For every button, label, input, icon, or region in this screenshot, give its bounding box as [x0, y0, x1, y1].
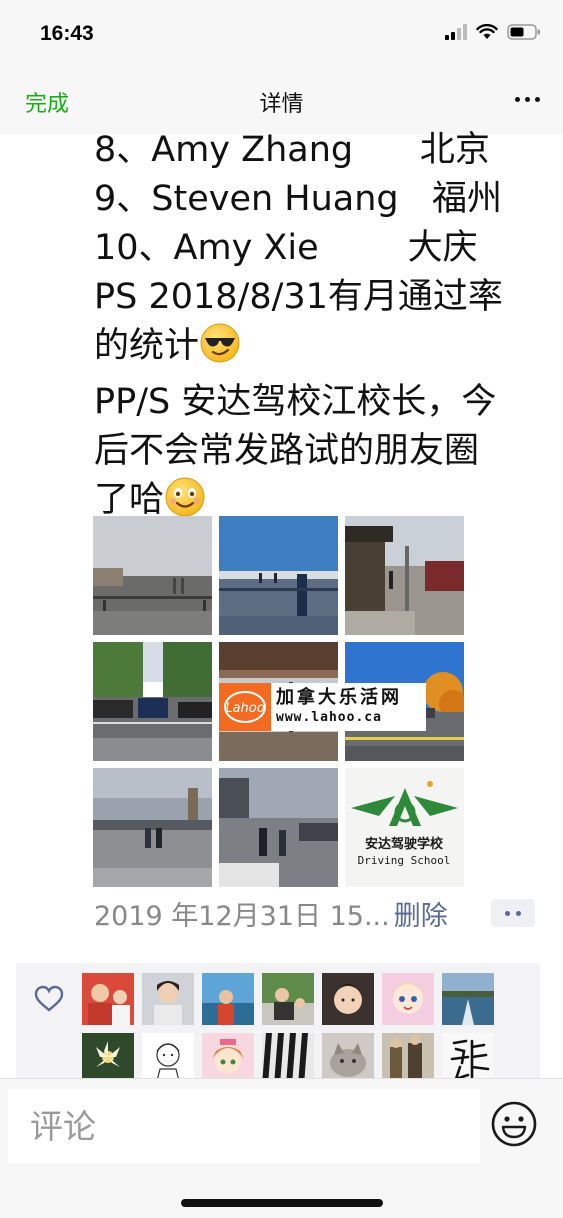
post-line: 了哈: [94, 480, 165, 520]
post-line: 的统计: [94, 326, 200, 366]
watermark-text: 加拿大乐活网 www.lahoo.ca: [271, 687, 402, 727]
more-dots-icon[interactable]: [507, 82, 547, 116]
post-line: 9、Steven Huang 福州: [94, 179, 503, 219]
watermark-url: www.lahoo.ca: [276, 710, 382, 725]
post-line: 8、Amy Zhang 北京: [94, 130, 490, 170]
home-indicator: [181, 1199, 383, 1207]
photo-storefront-sidewalk[interactable]: [345, 516, 464, 635]
post-timestamp: 2019 年12月31日 15...: [94, 900, 390, 932]
heart-icon: [34, 985, 64, 1017]
lahoo-logo-icon: Lahoo: [219, 683, 271, 731]
logo-text-en: Driving School: [358, 854, 451, 867]
status-time: 16:43: [40, 22, 94, 45]
sunglasses-emoji-icon: [199, 322, 241, 378]
avatar[interactable]: [142, 973, 194, 1025]
watermark-cn: 加拿大乐活网: [276, 687, 402, 708]
emoji-face-icon[interactable]: [490, 1100, 538, 1152]
page-title: 详情: [259, 92, 304, 117]
status-icons: [445, 23, 541, 44]
photo-parking-lot-blue-sky[interactable]: [219, 516, 338, 635]
avatar[interactable]: [382, 973, 434, 1025]
logo-text-cn: 安达驾驶学校: [365, 836, 444, 852]
photo-car-in-parking-space[interactable]: [93, 642, 212, 761]
photo-parking-lot-cloudy[interactable]: [93, 516, 212, 635]
nav-bar: 完成 详情: [0, 68, 563, 134]
post-line: 后不会常发路试的朋友圈: [94, 431, 480, 471]
avatar[interactable]: [82, 973, 134, 1025]
comment-input[interactable]: [8, 1089, 480, 1163]
photo-driving-school-logo[interactable]: 安达驾驶学校 Driving School: [345, 768, 464, 887]
photo-people-walking-lot[interactable]: [93, 768, 212, 887]
post-text: 8、Amy Zhang 北京 9、Steven Huang 福州 10、Amy …: [94, 126, 554, 532]
liker-avatars: [82, 973, 502, 1085]
post-line: PP/S 安达驾校江校长，今: [94, 382, 497, 422]
post-meta: 2019 年12月31日 15... 删除: [94, 893, 448, 933]
comment-more-icon[interactable]: [491, 899, 535, 927]
avatar[interactable]: [262, 973, 314, 1025]
status-bar: 16:43: [0, 0, 563, 68]
cellular-signal-icon: [445, 24, 467, 44]
photo-people-walking-street[interactable]: [219, 768, 338, 887]
battery-icon: [507, 24, 541, 44]
post-line: 10、Amy Xie 大庆: [94, 228, 478, 268]
comment-bar: [0, 1078, 563, 1218]
avatar[interactable]: [322, 973, 374, 1025]
avatar[interactable]: [202, 973, 254, 1025]
post-line: PS 2018/8/31有月通过率: [94, 277, 503, 317]
wifi-icon: [476, 23, 498, 44]
post-line-with-emoji: 的统计: [94, 322, 554, 378]
delete-button[interactable]: 删除: [394, 894, 448, 933]
watermark: Lahoo 加拿大乐活网 www.lahoo.ca: [219, 683, 426, 731]
likes-section: [16, 963, 540, 1093]
avatar[interactable]: [442, 973, 494, 1025]
watermark-logo-text: Lahoo: [225, 701, 264, 716]
